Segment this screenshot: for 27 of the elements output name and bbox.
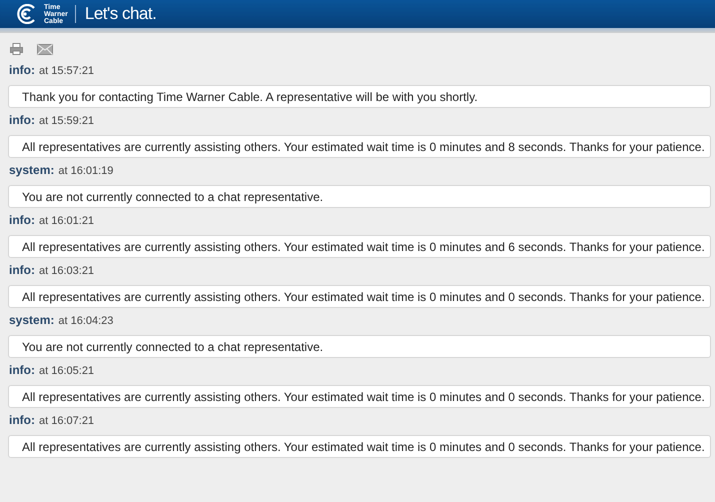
sender-label: info: [9,363,35,377]
message-time: at 16:05:21 [39,365,94,377]
sender-label: info: [9,63,35,77]
message-bubble: All representatives are currently assisting others. Your estimated wait time is 0 minutes and 0 seconds. Thanks for your patience. [8,385,711,408]
message-time: at 16:07:21 [39,415,94,427]
message-time: at 16:01:19 [58,165,114,177]
message-bubble: All representatives are currently assisting others. Your estimated wait time is 0 minutes and 0 seconds. Thanks for your patience. [8,285,711,308]
sender-label: info: [9,213,35,227]
sender-label: info: [9,263,35,277]
message-bubble: Thank you for contacting Time Warner Cable. A representative will be with you shortly. [8,85,711,108]
sender-label: info: [9,113,35,127]
message-bubble: All representatives are currently assisting others. Your estimated wait time is 0 minutes and 6 seconds. Thanks for your patience. [8,235,711,258]
message-time: at 16:04:23 [58,315,114,327]
header-title: Let's chat. [84,4,156,24]
message-time: at 16:03:21 [39,265,94,277]
sender-label: info: [9,413,35,427]
message-bubble: You are not currently connected to a chat representative. [8,335,711,358]
sender-label: system: [9,163,54,177]
mail-icon[interactable] [37,44,53,54]
print-icon[interactable] [10,43,23,55]
message-time: at 15:57:21 [39,65,94,77]
message-bubble: All representatives are currently assisting others. Your estimated wait time is 0 minutes and 8 seconds. Thanks for your patience. [8,135,711,158]
message-time: at 15:59:21 [39,115,94,127]
message-bubble: All representatives are currently assisting others. Your estimated wait time is 0 minutes and 0 seconds. Thanks for your patience. [8,435,711,458]
message-time: at 16:01:21 [39,215,94,227]
sender-label: system: [9,313,54,327]
message-bubble: You are not currently connected to a chat representative. [8,185,711,208]
